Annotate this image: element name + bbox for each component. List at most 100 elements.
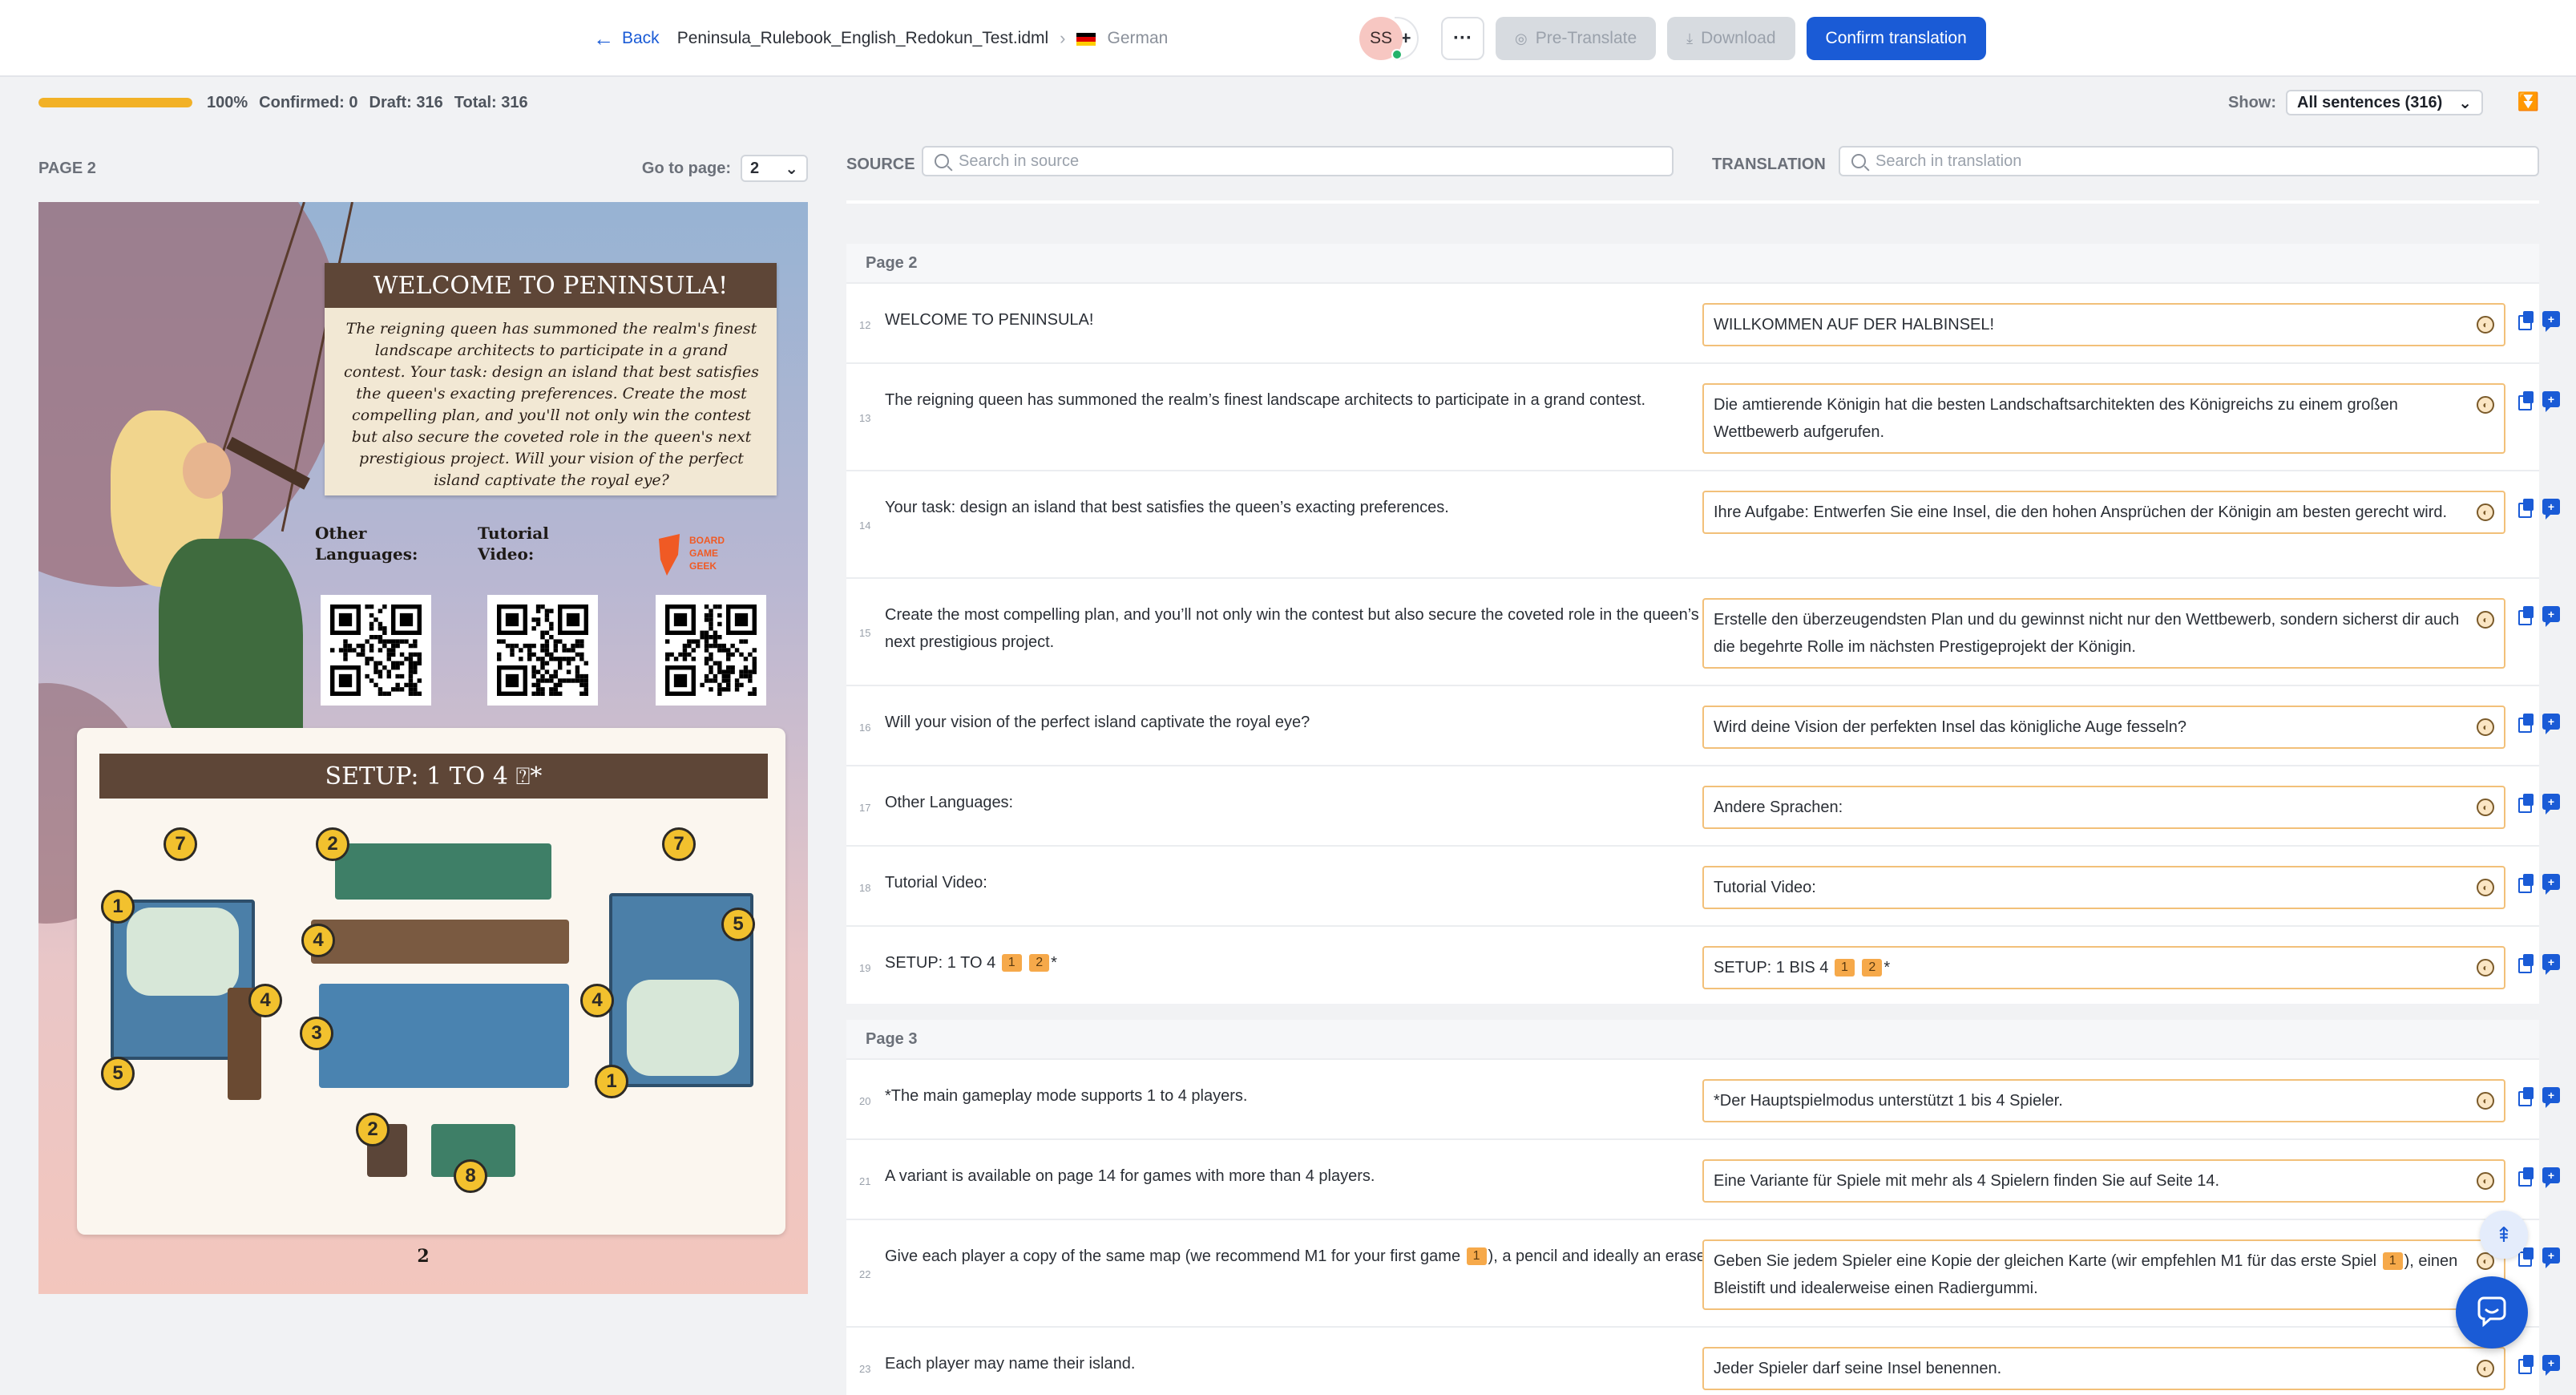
translation-field[interactable]: Die amtierende Königin hat die besten La… (1702, 383, 2505, 454)
segment-row[interactable]: 14 Your task: design an island that best… (846, 471, 2560, 579)
status-icon[interactable]: ◐ (2477, 316, 2494, 334)
scroll-top-button[interactable]: ⇞ (2480, 1211, 2528, 1259)
qr-code-tutorial[interactable] (487, 595, 598, 706)
translation-field[interactable]: Tutorial Video: ◐ (1702, 866, 2505, 909)
download-button[interactable]: ⤓ Download (1667, 17, 1795, 60)
segment-row[interactable]: 20 *The main gameplay mode supports 1 to… (846, 1060, 2560, 1140)
inline-tag[interactable]: 1 (2382, 1252, 2403, 1270)
show-filter: Show: All sentences (316) ⌄ (2228, 90, 2483, 115)
status-icon[interactable]: ◐ (2477, 879, 2494, 896)
copy-icon[interactable] (2518, 1355, 2534, 1374)
comment-icon[interactable]: + (2542, 311, 2560, 332)
setup-number-badge: 5 (101, 1057, 135, 1090)
segment-number: 13 (859, 412, 871, 424)
segment-row[interactable]: 15 Create the most compelling plan, and … (846, 579, 2560, 686)
translation-text: WILLKOMMEN AUF DER HALBINSEL! (1714, 316, 1995, 334)
translation-field[interactable]: Geben Sie jedem Spieler eine Kopie der g… (1702, 1239, 2505, 1310)
preview-header: PAGE 2 Go to page: 2 ⌄ (38, 152, 808, 184)
comment-icon[interactable]: + (2542, 391, 2560, 412)
status-icon[interactable]: ◐ (2477, 959, 2494, 976)
inline-tag[interactable]: 1 (1466, 1247, 1487, 1265)
translation-field[interactable]: Ihre Aufgabe: Entwerfen Sie eine Insel, … (1702, 491, 2505, 534)
copy-icon[interactable] (2518, 1167, 2534, 1187)
translation-search[interactable] (1839, 146, 2539, 176)
translation-field[interactable]: SETUP: 1 BIS 4 1 2 * ◐ (1702, 946, 2505, 989)
card-row (311, 920, 569, 964)
copy-icon[interactable] (2518, 1087, 2534, 1106)
source-search[interactable] (922, 146, 1674, 176)
translation-field[interactable]: WILLKOMMEN AUF DER HALBINSEL! ◐ (1702, 303, 2505, 346)
copy-icon[interactable] (2518, 311, 2534, 330)
inline-tag[interactable]: 2 (1029, 954, 1050, 972)
top-header: ← Back Peninsula_Rulebook_English_Redoku… (0, 0, 2576, 77)
segment-row[interactable]: 16 Will your vision of the perfect islan… (846, 686, 2560, 766)
translation-search-input[interactable] (1875, 152, 2493, 171)
copy-icon[interactable] (2518, 954, 2534, 973)
segment-row[interactable]: 13 The reigning queen has summoned the r… (846, 364, 2560, 471)
source-search-input[interactable] (959, 152, 1622, 171)
source-text: Your task: design an island that best sa… (885, 499, 1449, 516)
progress-bar (38, 98, 192, 107)
copy-icon[interactable] (2518, 714, 2534, 733)
inline-tag[interactable]: 2 (1862, 959, 1883, 976)
status-icon[interactable]: ◐ (2477, 503, 2494, 521)
goto-page-select[interactable]: 2 ⌄ (741, 155, 808, 182)
inline-tag[interactable]: 1 (1001, 954, 1022, 972)
status-icon[interactable]: ◐ (2477, 1360, 2494, 1377)
comment-icon[interactable]: + (2542, 1167, 2560, 1188)
segment-row[interactable]: 22 Give each player a copy of the same m… (846, 1220, 2560, 1328)
segment-row[interactable]: 23 Each player may name their island. Je… (846, 1328, 2560, 1395)
copy-icon[interactable] (2518, 794, 2534, 813)
comment-icon[interactable]: + (2542, 954, 2560, 975)
translation-text: Die amtierende Königin hat die besten La… (1714, 396, 2398, 441)
segment-row[interactable]: 19 SETUP: 1 TO 4 1 2 * SETUP: 1 BIS 4 1 2… (846, 927, 2560, 1004)
pretranslate-button[interactable]: ◎ Pre-Translate (1496, 17, 1657, 60)
comment-icon[interactable]: + (2542, 794, 2560, 815)
translation-field[interactable]: Erstelle den überzeugendsten Plan und du… (1702, 598, 2505, 669)
translation-field[interactable]: Andere Sprachen: ◐ (1702, 786, 2505, 829)
comment-icon[interactable]: + (2542, 1247, 2560, 1268)
segment-row[interactable]: 21 A variant is available on page 14 for… (846, 1140, 2560, 1220)
copy-icon[interactable] (2518, 391, 2534, 410)
segment-row[interactable]: 17 Other Languages: Andere Sprachen: ◐ + (846, 766, 2560, 847)
row-actions: + (2518, 1167, 2560, 1188)
segment-number: 15 (859, 627, 871, 639)
status-icon[interactable]: ◐ (2477, 718, 2494, 736)
support-chat-button[interactable] (2456, 1276, 2528, 1348)
translation-field[interactable]: Wird deine Vision der perfekten Insel da… (1702, 706, 2505, 749)
comment-icon[interactable]: + (2542, 1087, 2560, 1108)
qr-code-languages[interactable] (321, 595, 431, 706)
translation-field[interactable]: Eine Variante für Spiele mit mehr als 4 … (1702, 1159, 2505, 1203)
segment-row[interactable]: 12 WELCOME TO PENINSULA! WILLKOMMEN AUF … (846, 284, 2560, 364)
confirm-translation-button[interactable]: Confirm translation (1806, 17, 1986, 60)
translation-field[interactable]: *Der Hauptspielmodus unterstützt 1 bis 4… (1702, 1079, 2505, 1122)
row-actions: + (2518, 1355, 2560, 1376)
comment-icon[interactable]: + (2542, 606, 2560, 627)
inline-tag[interactable]: 1 (1834, 959, 1855, 976)
status-icon[interactable]: ◐ (2477, 611, 2494, 629)
translation-field[interactable]: Jeder Spieler darf seine Insel benennen.… (1702, 1347, 2505, 1390)
tutorial-video-label: Tutorial Video: (478, 524, 549, 564)
status-icon[interactable]: ◐ (2477, 1172, 2494, 1190)
copy-icon[interactable] (2518, 606, 2534, 625)
comment-icon[interactable]: + (2542, 874, 2560, 895)
qr-code-bgg[interactable] (656, 595, 766, 706)
copy-icon[interactable] (2518, 499, 2534, 518)
translation-text: Erstelle den überzeugendsten Plan und du… (1714, 611, 2460, 656)
status-icon[interactable]: ◐ (2477, 799, 2494, 816)
page-preview[interactable]: WELCOME TO PENINSULA! The reigning queen… (38, 202, 808, 1294)
scroll-top-icon: ⇞ (2495, 1222, 2513, 1247)
progress-stats: 100% Confirmed: 0 Draft: 316 Total: 316 (207, 94, 528, 112)
show-select[interactable]: All sentences (316) ⌄ (2286, 90, 2483, 115)
status-icon[interactable]: ◐ (2477, 396, 2494, 414)
avatar[interactable]: SS (1359, 17, 1403, 60)
comment-icon[interactable]: + (2542, 714, 2560, 734)
back-button[interactable]: ← Back (593, 28, 660, 49)
segment-row[interactable]: 18 Tutorial Video: Tutorial Video: ◐ + (846, 847, 2560, 927)
more-options-button[interactable]: ··· (1441, 17, 1484, 60)
status-icon[interactable]: ◐ (2477, 1092, 2494, 1110)
filter-icon[interactable]: ⏬ (2517, 91, 2539, 112)
copy-icon[interactable] (2518, 874, 2534, 893)
comment-icon[interactable]: + (2542, 499, 2560, 520)
comment-icon[interactable]: + (2542, 1355, 2560, 1376)
